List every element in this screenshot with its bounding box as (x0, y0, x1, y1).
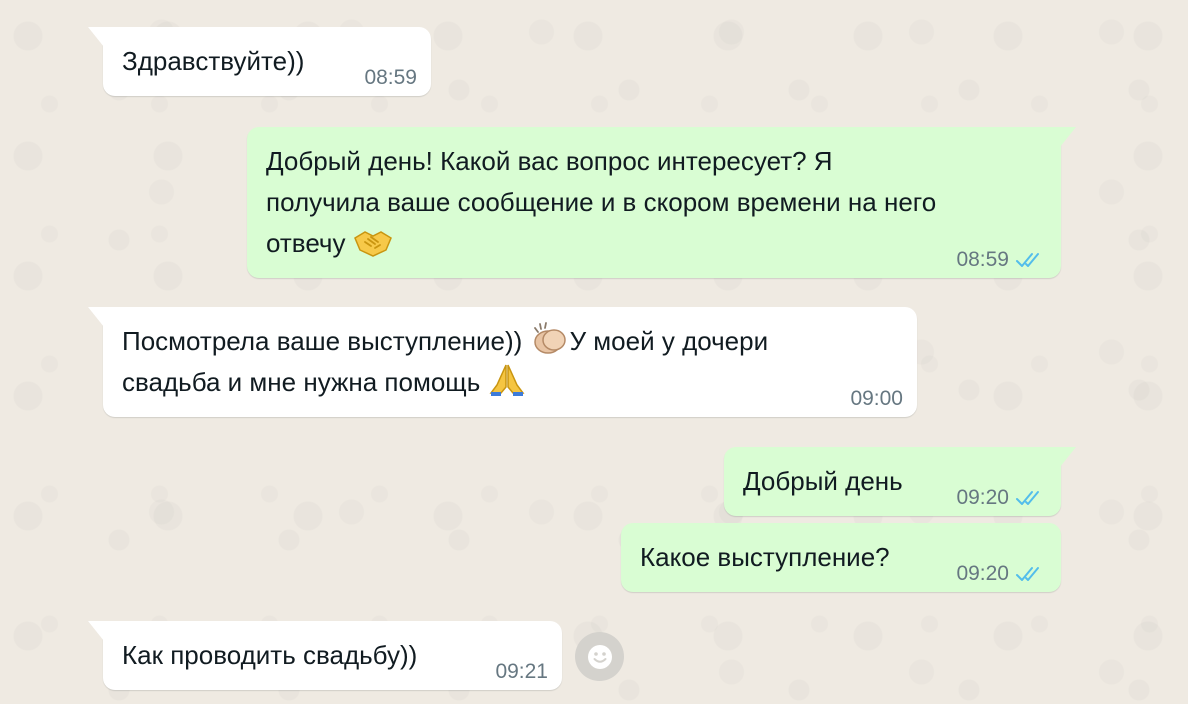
message-time: 09:20 (956, 486, 1009, 509)
message-bubble-outgoing[interactable]: Добрый день 09:20 (724, 447, 1061, 516)
message-line: отвечу (266, 223, 936, 264)
message-line: получила ваше сообщение и в скором време… (266, 187, 937, 217)
message-text: Как проводить свадьбу)) (122, 640, 418, 670)
message-line-text: свадьба и мне нужна помощь (122, 367, 481, 397)
message-line: Посмотрела ваше выступление)) У моей у д… (122, 321, 768, 362)
message-text: Посмотрела ваше выступление)) У моей у д… (122, 321, 768, 403)
message-time: 08:59 (956, 248, 1009, 271)
message-time: 08:59 (364, 66, 417, 89)
message-bubble-incoming[interactable]: Как проводить свадьбу)) 09:21 (103, 621, 562, 690)
message-bubble-outgoing[interactable]: Добрый день! Какой вас вопрос интересует… (247, 127, 1061, 278)
message-line-text: Посмотрела ваше выступление)) (122, 326, 523, 356)
message-bubble-outgoing[interactable]: Какое выступление? 09:20 (621, 523, 1061, 592)
message-meta: 09:20 (956, 486, 1047, 510)
double-check-read-icon (1016, 491, 1039, 505)
react-button[interactable] (575, 632, 624, 681)
message-meta: 09:00 (850, 387, 903, 411)
message-line-text: У моей у дочери (569, 326, 769, 356)
message-text: Какое выступление? (640, 542, 890, 572)
clapping-hands-emoji (533, 322, 566, 354)
message-meta: 08:59 (956, 248, 1047, 272)
double-check-read-icon (1016, 253, 1039, 267)
message-meta: 08:59 (364, 66, 417, 90)
smiley-icon (587, 644, 612, 669)
message-text: Здравствуйте)) (122, 46, 305, 76)
message-time: 09:20 (956, 562, 1009, 585)
message-text: Добрый день! Какой вас вопрос интересует… (266, 141, 936, 264)
message-time: 09:21 (495, 660, 548, 683)
double-check-read-icon (1016, 567, 1039, 581)
message-line: Добрый день! Какой вас вопрос интересует… (266, 146, 833, 176)
message-bubble-incoming[interactable]: Посмотрела ваше выступление)) У моей у д… (103, 307, 917, 417)
message-bubble-incoming[interactable]: Здравствуйте)) 08:59 (103, 27, 431, 96)
message-line: свадьба и мне нужна помощь (122, 362, 768, 403)
message-line-text: отвечу (266, 228, 346, 258)
message-text: Добрый день (743, 466, 903, 496)
message-time: 09:00 (850, 387, 903, 410)
message-meta: 09:21 (495, 660, 548, 684)
handshake-emoji (353, 231, 392, 257)
folded-hands-emoji (489, 364, 525, 396)
message-meta: 09:20 (956, 562, 1047, 586)
